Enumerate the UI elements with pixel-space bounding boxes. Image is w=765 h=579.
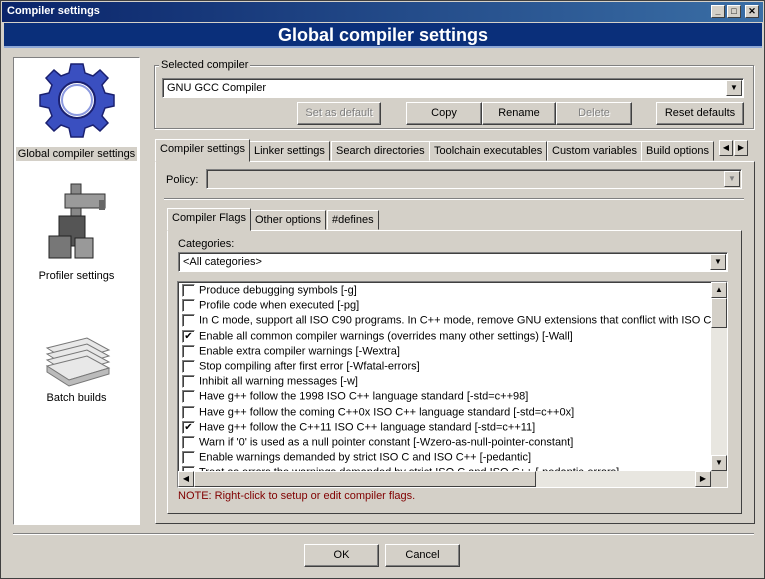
flag-row[interactable]: Warn if '0' is used as a null pointer co… [182,436,573,451]
stack-icon [45,337,110,387]
settings-category-list: Global compiler settings Profiler settin… [13,57,140,525]
page-header: Global compiler settings [4,23,762,48]
main-tabs: Compiler settings Linker settings Search… [155,139,755,162]
checkmark-icon: ✔ [184,330,193,342]
categories-select[interactable]: <All categories> ▼ [178,252,728,272]
flag-row[interactable]: ✔ Enable all common compiler warnings (ov… [182,329,573,345]
vertical-scrollbar[interactable]: ▲ ▼ [711,282,727,471]
compiler-select[interactable]: GNU GCC Compiler ▼ [162,78,744,98]
tab-compiler-flags[interactable]: Compiler Flags [167,208,251,231]
set-as-default-button[interactable]: Set as default [297,102,381,125]
ok-button[interactable]: OK [304,544,379,567]
delete-button[interactable]: Delete [556,102,632,125]
flag-label: Enable extra compiler warnings [-Wextra] [199,345,400,358]
flag-label: In C mode, support all ISO C90 programs.… [199,314,725,327]
flag-row[interactable]: Have g++ follow the coming C++0x ISO C++… [182,405,575,421]
tab-scroll-left-icon[interactable]: ◀ [719,140,733,156]
flag-checkbox[interactable] [182,360,195,373]
compiler-select-value: GNU GCC Compiler [167,82,267,94]
flag-label: Warn if '0' is used as a null pointer co… [199,436,574,449]
chevron-down-icon: ▼ [710,254,726,270]
tab-linker-settings[interactable]: Linker settings [249,141,330,161]
flag-checkbox[interactable]: ✔ [182,329,195,343]
flag-label: Have g++ follow the 1998 ISO C++ languag… [199,390,529,403]
flag-checkbox[interactable] [182,375,195,389]
sidebar-item-global-compiler-settings[interactable]: Global compiler settings [14,60,139,161]
flag-row[interactable]: Inhibit all warning messages [-w] [182,375,358,390]
flag-label: Stop compiling after first error [-Wfata… [199,360,420,373]
categories-select-value: <All categories> [183,256,262,268]
sidebar-item-label: Global compiler settings [15,147,138,161]
title-bar[interactable]: Compiler settings _ □ ✕ [2,2,763,22]
scroll-right-icon[interactable]: ▶ [695,471,711,487]
sidebar-item-profiler-settings[interactable]: Profiler settings [14,180,139,283]
chevron-down-icon: ▼ [724,171,740,187]
tab-search-directories[interactable]: Search directories [331,141,430,161]
flag-row[interactable]: ✔ Have g++ follow the C++11 ISO C++ langu… [182,420,536,436]
chevron-down-icon: ▼ [726,80,742,96]
flag-row[interactable]: Stop compiling after first error [-Wfata… [182,360,420,375]
flag-label: Inhibit all warning messages [-w] [199,375,358,388]
policy-label: Policy: [166,174,199,186]
checkmark-icon: ✔ [184,421,193,433]
divider [164,198,744,200]
sidebar-item-batch-builds[interactable]: Batch builds [14,308,139,405]
flag-checkbox[interactable] [182,314,195,328]
vertical-scroll-thumb[interactable] [711,298,727,328]
gear-icon [38,63,115,138]
flag-label: Enable all common compiler warnings (ove… [199,330,573,343]
compiler-flags-list[interactable]: Produce debugging symbols [-g] Profile co… [177,281,728,488]
flag-label: Produce debugging symbols [-g] [199,284,357,297]
tab-defines[interactable]: #defines [327,210,379,230]
close-button[interactable]: ✕ [745,5,759,18]
scrollbar-corner [711,471,727,487]
flag-checkbox[interactable] [182,451,195,465]
flag-checkbox[interactable]: ✔ [182,420,195,434]
flag-row[interactable]: Profile code when executed [-pg] [182,299,359,314]
flag-checkbox[interactable] [182,405,195,419]
scroll-left-icon[interactable]: ◀ [178,471,194,487]
maximize-button[interactable]: □ [727,5,741,18]
flag-row[interactable]: Enable extra compiler warnings [-Wextra] [182,344,400,360]
tab-scroll-right-icon[interactable]: ▶ [734,140,748,156]
flag-label: Have g++ follow the coming C++0x ISO C++… [199,406,575,419]
scroll-up-icon[interactable]: ▲ [711,282,727,298]
sub-tabs: Compiler Flags Other options #defines [167,208,467,231]
footer-divider [13,533,754,535]
tab-compiler-settings[interactable]: Compiler settings [155,139,250,162]
flag-row[interactable]: Enable warnings demanded by strict ISO C… [182,451,531,466]
selected-compiler-label: Selected compiler [159,59,251,71]
flag-checkbox[interactable] [182,299,195,313]
tab-custom-variables[interactable]: Custom variables [547,141,642,161]
flag-row[interactable]: In C mode, support all ISO C90 programs.… [182,314,724,329]
flag-label: Profile code when executed [-pg] [199,299,360,312]
rename-button[interactable]: Rename [482,102,556,125]
flag-row[interactable]: Produce debugging symbols [-g] [182,284,357,299]
flags-note: NOTE: Right-click to setup or edit compi… [178,490,416,502]
window-title: Compiler settings [7,5,100,17]
sidebar-item-label: Profiler settings [38,270,115,282]
flag-checkbox[interactable] [182,344,195,358]
scroll-down-icon[interactable]: ▼ [711,455,727,471]
flag-checkbox[interactable] [182,284,195,297]
flag-checkbox[interactable] [182,436,195,449]
sidebar-item-label: Batch builds [46,392,107,404]
minimize-button[interactable]: _ [711,5,725,18]
flag-row[interactable]: Have g++ follow the 1998 ISO C++ languag… [182,390,528,405]
reset-defaults-button[interactable]: Reset defaults [656,102,744,125]
tab-toolchain-executables[interactable]: Toolchain executables [429,141,548,161]
policy-select[interactable]: ▼ [206,169,742,189]
flag-checkbox[interactable] [182,390,195,404]
copy-button[interactable]: Copy [406,102,482,125]
flag-label: Have g++ follow the C++11 ISO C++ langua… [199,421,536,434]
caliper-icon [48,183,105,259]
horizontal-scroll-thumb[interactable] [194,471,536,487]
categories-label: Categories: [178,238,235,250]
tab-build-options[interactable]: Build options [641,141,714,161]
compiler-settings-window: Compiler settings _ □ ✕ Global compiler … [0,0,765,579]
horizontal-scrollbar[interactable]: ◀ ▶ [178,471,711,487]
cancel-button[interactable]: Cancel [385,544,460,567]
tab-other-options[interactable]: Other options [250,210,327,230]
flag-label: Enable warnings demanded by strict ISO C… [199,451,532,464]
